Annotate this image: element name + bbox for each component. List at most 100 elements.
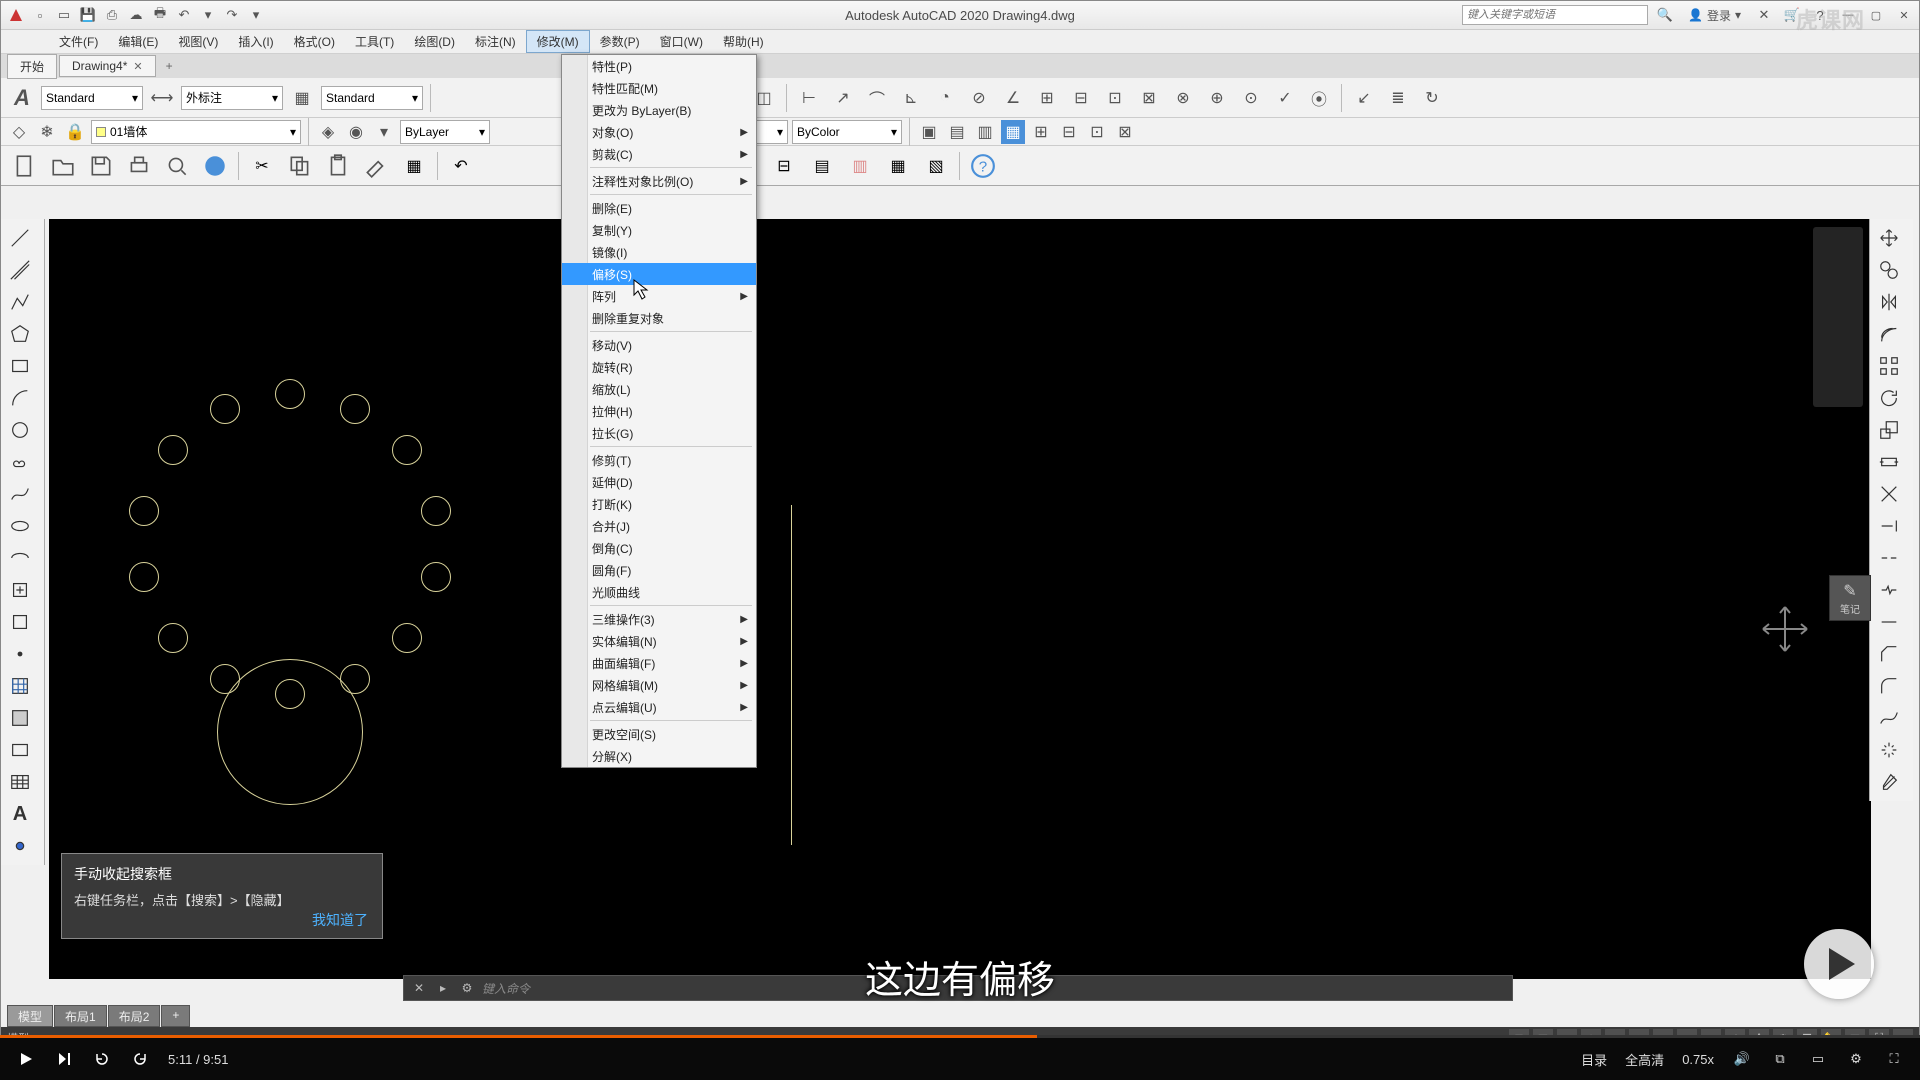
pip-icon[interactable]: ⧉ [1770, 1049, 1790, 1069]
layout-tab-3[interactable]: + [161, 1005, 190, 1027]
scale-tool-icon[interactable] [1872, 415, 1906, 445]
spline-icon[interactable] [3, 479, 37, 509]
saveas-icon[interactable]: ⎙ [101, 4, 123, 26]
layer-props-icon[interactable]: ◈ [316, 120, 340, 144]
layer-lock-icon[interactable]: 🔒 [63, 120, 87, 144]
paste-icon[interactable] [320, 149, 356, 183]
preview-icon[interactable] [159, 149, 195, 183]
modify-menu-item-0[interactable]: 特性(P) [562, 55, 756, 77]
undo-dropdown-icon[interactable]: ▾ [197, 4, 219, 26]
layer-combo[interactable]: 01墙体▾ [91, 120, 301, 144]
help-search-input[interactable] [1462, 5, 1648, 25]
region-tool-icon[interactable] [3, 735, 37, 765]
modify-menu-item-15[interactable]: 移动(V) [562, 334, 756, 356]
modify-menu-item-16[interactable]: 旋转(R) [562, 356, 756, 378]
dimension-icon[interactable]: ⟷ [147, 83, 177, 113]
rotate-tool-icon[interactable] [1872, 383, 1906, 413]
match-props-icon[interactable] [358, 149, 394, 183]
block-create-icon[interactable]: ▤ [945, 120, 969, 144]
modify-menu-item-12[interactable]: 阵列▶ [562, 285, 756, 307]
chamfer-icon[interactable] [1872, 639, 1906, 669]
block-attr-icon[interactable]: ▦ [1001, 120, 1025, 144]
diameter-dim-icon[interactable]: ⊘ [964, 83, 994, 113]
baseline-dim-icon[interactable]: ⊟ [1066, 83, 1096, 113]
modify-menu-item-6[interactable]: 注释性对象比例(O)▶ [562, 170, 756, 192]
modify-menu-item-21[interactable]: 修剪(T) [562, 449, 756, 471]
close-icon[interactable]: ✕ [1893, 6, 1915, 24]
menu-8[interactable]: 修改(M) [526, 30, 590, 53]
block-palette-icon[interactable]: ▦ [396, 149, 432, 183]
redo-dropdown-icon[interactable]: ▾ [245, 4, 267, 26]
mleader-style-icon[interactable]: ≣ [1383, 83, 1413, 113]
table-style-combo[interactable]: Standard▾ [321, 86, 423, 110]
modify-menu-item-27[interactable]: 光顺曲线 [562, 581, 756, 603]
table-tool-icon[interactable] [3, 767, 37, 797]
menu-4[interactable]: 格式(O) [284, 30, 345, 53]
grid2-icon[interactable]: ⊟ [766, 149, 802, 183]
play-overlay-button[interactable] [1804, 929, 1874, 999]
text-style-combo[interactable]: Standard▾ [41, 86, 143, 110]
layout-tab-2[interactable]: 布局2 [108, 1005, 161, 1027]
replay-button[interactable] [92, 1049, 112, 1069]
modify-menu-item-19[interactable]: 拉长(G) [562, 422, 756, 444]
print-file-icon[interactable] [121, 149, 157, 183]
modify-menu-item-17[interactable]: 缩放(L) [562, 378, 756, 400]
redo-icon[interactable]: ↷ [221, 4, 243, 26]
tab-add[interactable]: + [158, 56, 181, 76]
sheet-set-icon[interactable]: ▧ [918, 149, 954, 183]
navigation-gizmo[interactable] [1755, 599, 1815, 659]
player-speed[interactable]: 0.75x [1682, 1052, 1714, 1067]
dim-space-icon[interactable]: ⊠ [1134, 83, 1164, 113]
xline-icon[interactable] [3, 255, 37, 285]
arc-dim-icon[interactable]: ⌒ [862, 83, 892, 113]
menu-7[interactable]: 标注(N) [465, 30, 526, 53]
quick-dim-icon[interactable]: ⊞ [1032, 83, 1062, 113]
blend-icon[interactable] [1872, 703, 1906, 733]
menu-11[interactable]: 帮助(H) [713, 30, 774, 53]
ordinate-dim-icon[interactable]: ⊾ [896, 83, 926, 113]
menu-0[interactable]: 文件(F) [49, 30, 108, 53]
play-button[interactable] [16, 1049, 36, 1069]
layer-freeze-icon[interactable]: ❄ [35, 120, 59, 144]
group-icon[interactable]: ⊞ [1029, 120, 1053, 144]
explode-icon[interactable] [1872, 735, 1906, 765]
dim-style-combo[interactable]: 外标注▾ [181, 86, 283, 110]
modify-menu-item-9[interactable]: 复制(Y) [562, 219, 756, 241]
modify-menu-item-31[interactable]: 曲面编辑(F)▶ [562, 652, 756, 674]
ellipse-arc-icon[interactable] [3, 543, 37, 573]
modify-menu-item-32[interactable]: 网格编辑(M)▶ [562, 674, 756, 696]
mtext-tool-icon[interactable]: A [3, 799, 37, 829]
progress-bar[interactable] [0, 1035, 1920, 1038]
fillet-icon[interactable] [1872, 671, 1906, 701]
menu-10[interactable]: 窗口(W) [650, 30, 713, 53]
polyline-icon[interactable] [3, 287, 37, 317]
volume-icon[interactable]: 🔊 [1732, 1049, 1752, 1069]
publish-icon[interactable] [197, 149, 233, 183]
tooltip-ok-button[interactable]: 我知道了 [312, 910, 368, 930]
modify-menu-item-22[interactable]: 延伸(D) [562, 471, 756, 493]
modify-menu-item-10[interactable]: 镜像(I) [562, 241, 756, 263]
modify-menu-item-30[interactable]: 实体编辑(N)▶ [562, 630, 756, 652]
extend-tool-icon[interactable] [1872, 511, 1906, 541]
measure-icon[interactable]: ⊡ [1085, 120, 1109, 144]
stretch-tool-icon[interactable] [1872, 447, 1906, 477]
props-panel-icon[interactable]: ▤ [804, 149, 840, 183]
modify-menu-item-23[interactable]: 打断(K) [562, 493, 756, 515]
modify-menu-item-18[interactable]: 拉伸(H) [562, 400, 756, 422]
gradient-tool-icon[interactable] [3, 703, 37, 733]
tab-start[interactable]: 开始 [7, 54, 57, 79]
revcloud-icon[interactable] [3, 447, 37, 477]
add-selected-icon[interactable] [3, 831, 37, 861]
new-icon[interactable]: ▫ [29, 4, 51, 26]
mirror-tool-icon[interactable] [1872, 287, 1906, 317]
make-block-icon[interactable] [3, 607, 37, 637]
mtext-icon[interactable]: A [7, 83, 37, 113]
layer-state-icon[interactable]: ◇ [7, 120, 31, 144]
point-icon[interactable] [3, 639, 37, 669]
dim-break-icon[interactable]: ⊗ [1168, 83, 1198, 113]
open-icon[interactable]: ▭ [53, 4, 75, 26]
modify-menu-item-2[interactable]: 更改为 ByLayer(B) [562, 99, 756, 121]
aligned-dim-icon[interactable]: ↗ [828, 83, 858, 113]
cut-icon[interactable]: ✂ [244, 149, 280, 183]
linetype-by-combo[interactable]: ByLayer▾ [400, 120, 490, 144]
